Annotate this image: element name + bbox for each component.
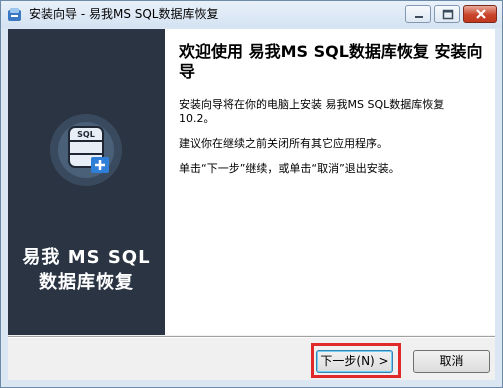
maximize-button[interactable] <box>434 5 460 23</box>
wizard-content: 欢迎使用 易我MS SQL数据库恢复 安装向导 安装向导将在你的电脑上安装 易我… <box>165 29 495 335</box>
minimize-icon <box>415 16 423 18</box>
database-plus-icon: SQL <box>50 114 122 186</box>
window-title: 安装向导 - 易我MS SQL数据库恢复 <box>29 7 219 21</box>
close-button[interactable] <box>463 5 497 23</box>
installer-icon <box>8 8 21 21</box>
maximize-icon <box>442 9 454 20</box>
title-bar: 安装向导 - 易我MS SQL数据库恢复 <box>1 1 502 28</box>
wizard-sidebar: SQL 易我 MS SQL 数据库恢复 <box>8 29 165 335</box>
footer-divider <box>8 336 495 338</box>
page-title: 欢迎使用 易我MS SQL数据库恢复 安装向导 <box>179 42 483 81</box>
sidebar-line-2: 数据库恢复 <box>39 272 134 293</box>
instructions-text: 单击“下一步”继续，或单击“取消”退出安装。 <box>179 162 400 175</box>
install-description: 安装向导将在你的电脑上安装 易我MS SQL数据库恢复 10.2。 <box>179 98 445 125</box>
cancel-button[interactable]: 取消 <box>413 350 490 373</box>
close-apps-advice: 建议你在继续之前关闭所有其它应用程序。 <box>179 137 388 150</box>
minimize-button[interactable] <box>405 5 431 23</box>
sidebar-line-1: 易我 MS SQL <box>22 247 151 268</box>
installer-window: 安装向导 - 易我MS SQL数据库恢复 SQL 易我 MS SQL 数据库恢复… <box>0 0 503 388</box>
sql-icon-label: SQL <box>77 130 95 139</box>
sidebar-product-name: 易我 MS SQL 数据库恢复 <box>8 245 165 295</box>
highlight-box <box>311 343 401 378</box>
wizard-client-area: SQL 易我 MS SQL 数据库恢复 欢迎使用 易我MS SQL数据库恢复 安… <box>8 29 495 380</box>
close-icon <box>476 9 486 19</box>
